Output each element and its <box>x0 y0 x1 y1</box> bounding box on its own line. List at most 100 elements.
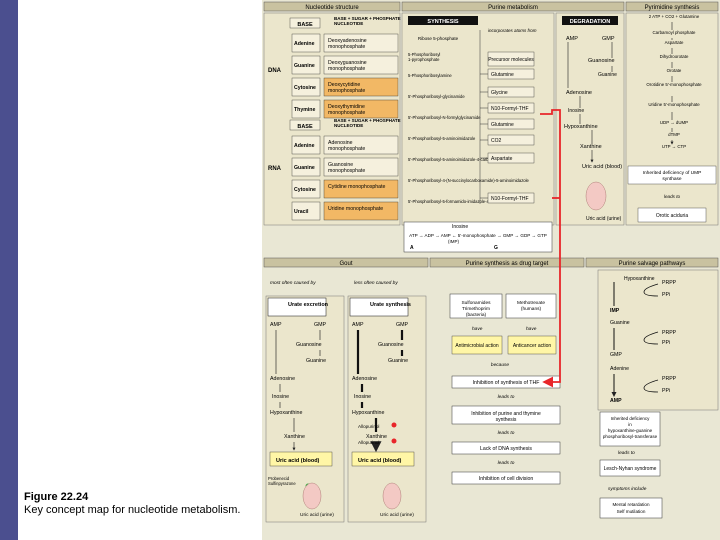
atom-source: N10-Formyl-THF <box>491 196 529 202</box>
deg-hypoxanthine: Hypoxanthine <box>564 124 598 130</box>
gout-metabolite: GMP <box>314 322 327 328</box>
antimicrobial: Antimicrobial action <box>455 343 499 349</box>
gout-metabolite: Guanosine <box>378 342 404 348</box>
rna-label: RNA <box>268 166 282 172</box>
pyrimidine-item: 2 ATP + CO2 + Glutamine <box>649 14 700 19</box>
dna-label: DNA <box>268 68 282 74</box>
nucleotide-name: Deoxythymidine monophosphate <box>328 104 365 116</box>
gout-metabolite: AMP <box>270 322 282 328</box>
gout-metabolite: Hypoxanthine <box>352 410 384 416</box>
methotrexate-box <box>505 293 557 319</box>
salvage-item: Guanine <box>610 320 630 326</box>
gout-metabolite: Hypoxanthine <box>270 410 302 416</box>
header-nucleotide-structure: Nucleotide structure <box>305 5 359 11</box>
figure-number: Figure 22.24 <box>24 491 89 503</box>
gout-metabolite: Guanosine <box>296 342 322 348</box>
concept-map-panel: Nucleotide structure Purine metabolism P… <box>262 0 720 540</box>
symptoms-label: symptoms include <box>608 486 647 492</box>
header-purine-metabolism: Purine metabolism <box>488 5 538 11</box>
salvage-leads-to: leads to <box>618 450 635 456</box>
deg-uric-acid-urine: Uric acid (urine) <box>586 216 622 222</box>
leads-to-label-3: leads to <box>498 460 515 466</box>
deg-xanthine: Xanthine <box>580 144 602 150</box>
gout-metabolite: Adenosine <box>352 376 377 382</box>
synthesis-header: SYNTHESIS <box>427 19 459 25</box>
deg-gmp: GMP <box>602 36 615 42</box>
letter-g: G <box>494 245 498 251</box>
base-name: Adenine <box>294 41 315 47</box>
figure-caption: Figure 22.24 Key concept map for nucleot… <box>24 491 254 517</box>
concept-map: Nucleotide structure Purine metabolism P… <box>263 1 719 523</box>
base-name: Guanine <box>294 63 315 69</box>
imp-label: (IMP) <box>448 239 459 244</box>
pyrimidine-item: Dihydroorotate <box>660 54 689 59</box>
pyr-leads-to: leads to <box>664 194 681 199</box>
inosine-label: Inosine <box>452 224 468 230</box>
salvage-item: PPi <box>662 340 670 346</box>
urate-synthesis: Urate synthesis <box>370 302 411 308</box>
deg-guanosine: Guanosine <box>588 58 615 64</box>
pyrimidine-item: UTP → CTP <box>662 144 686 149</box>
lack-dna: Lack of DNA synthesis <box>480 446 532 452</box>
gout-metabolite: Adenosine <box>270 376 295 382</box>
atom-source: N10-Formyl-THF <box>491 106 529 112</box>
pyrimidine-item: Orotate <box>667 68 682 73</box>
synthesis-step: 5'-Phosphoribosyl-4-(N-succinylocarboxam… <box>408 178 530 183</box>
base-label-dna: BASE <box>297 22 313 28</box>
pyrimidine-item: Carbamoyl phosphate <box>653 30 697 35</box>
salvage-hypoxanthine: Hypoxanthine <box>624 276 655 282</box>
synthesis-step: 5'-Phosphoribosyl-N-formylglycinamide <box>408 115 481 120</box>
header-drug-target: Purine synthesis as drug target <box>466 261 549 267</box>
salvage-item: PRPP <box>662 280 677 286</box>
have-label-1: have <box>472 326 483 332</box>
synthesis-step: 5'-Phosphoribosyl-5-aminoimidazole <box>408 136 476 141</box>
atom-source: Glycine <box>491 90 508 96</box>
allopurinol-label-2: Allopurinol <box>358 440 379 445</box>
base-label-rna: BASE <box>297 124 313 130</box>
anticancer: Anticancer action <box>513 343 552 349</box>
atom-source: Glutamine <box>491 122 514 128</box>
incorporates-label: incorporates atoms from <box>488 28 537 33</box>
most-often-label: most often caused by <box>270 280 316 286</box>
inhibition-thf: Inhibition of synthesis of THF <box>473 380 540 386</box>
deg-amp: AMP <box>566 36 578 42</box>
nucleotide-name: Deoxyguanosine monophosphate <box>328 60 367 72</box>
synthesis-step: 5-Phosphoribosylamine <box>408 73 452 78</box>
gout-metabolite: Inosine <box>272 394 289 400</box>
salvage-item: Adenine <box>610 366 629 372</box>
pyrimidine-item: Orotidine 5'-monophosphate <box>646 82 702 87</box>
gout-metabolite: GMP <box>396 322 409 328</box>
less-often-label: less often caused by <box>354 280 398 286</box>
leads-to-label-2: leads to <box>498 430 515 436</box>
leads-to-label-1: leads to <box>498 394 515 400</box>
header-pyrimidine-synthesis: Pyrimidine synthesis <box>645 5 700 11</box>
atp-gtp-line: ATP → ADP → AMP ← 5'-monophosphate → GMP… <box>409 233 547 238</box>
allopurinol-label-1: Allopurinol <box>358 424 379 429</box>
salvage-item: GMP <box>610 352 622 358</box>
deg-guanine: Guanine <box>598 72 617 78</box>
because-label: because <box>491 362 509 368</box>
base-name: Adenine <box>294 143 315 149</box>
precursor-label: Precursor molecules <box>488 57 534 63</box>
atom-source: CO2 <box>491 138 502 144</box>
header-salvage: Purine salvage pathways <box>619 261 686 267</box>
header-gout: Gout <box>339 261 352 267</box>
uric-acid-blood-right: Uric acid (blood) <box>358 458 402 464</box>
nucleotide-name: Deoxycytidine monophosphate <box>328 82 365 94</box>
symptoms-box <box>599 497 663 519</box>
inhibit-icon <box>391 422 397 428</box>
synthesis-step: 5'-Phosphoribosyl-glycinamide <box>408 94 465 99</box>
deg-uric-acid: Uric acid (blood) <box>582 164 622 170</box>
ribose-label: Ribose 5-phosphate <box>418 36 459 41</box>
kidney-icon <box>585 181 607 211</box>
atom-source: Glutamine <box>491 72 514 78</box>
salvage-item: AMP <box>610 398 622 404</box>
uric-acid-urine-left: Uric acid (urine) <box>300 512 334 518</box>
figure-caption-text: Key concept map for nucleotide metabolis… <box>24 504 241 516</box>
kidney-icon <box>382 482 402 510</box>
synthesis-step: 5-Phosphoribosyl 1-pyrophosphate <box>408 52 440 62</box>
gout-metabolite: Inosine <box>354 394 371 400</box>
urate-excretion: Urate excretion <box>288 302 329 308</box>
letter-a: A <box>410 245 414 251</box>
salvage-item: PRPP <box>662 330 677 336</box>
